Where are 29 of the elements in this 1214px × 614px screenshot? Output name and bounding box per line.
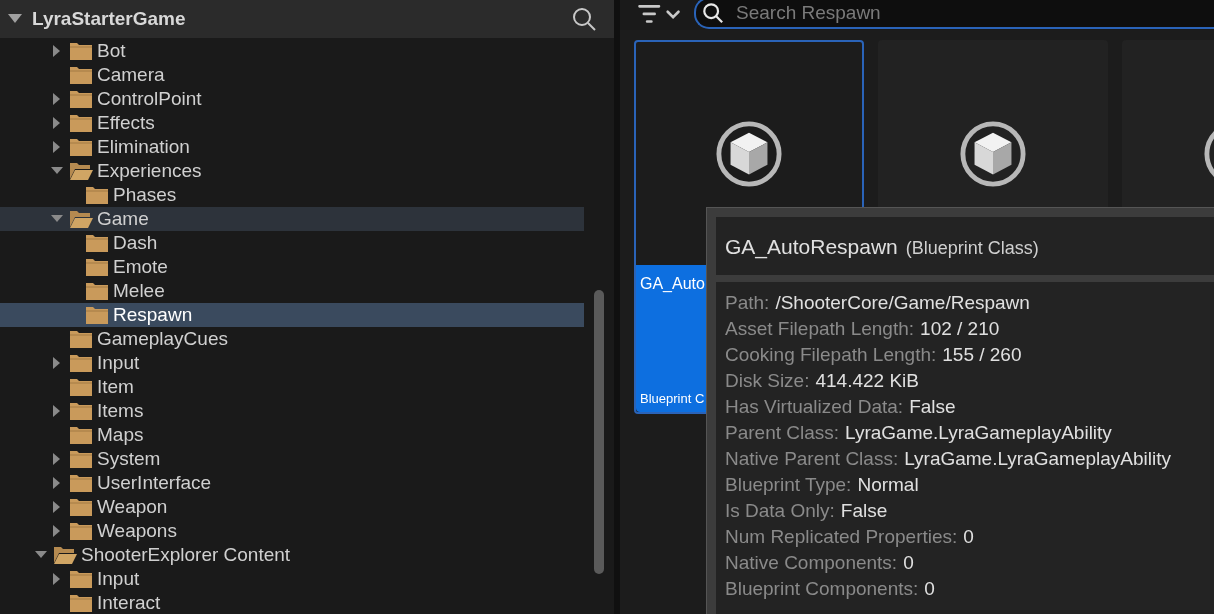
property-value: LyraGame.LyraGameplayAbility bbox=[845, 422, 1112, 444]
property-label: Is Data Only: bbox=[725, 500, 835, 522]
property-value: False bbox=[840, 500, 888, 522]
property-label: Blueprint Components: bbox=[725, 578, 919, 600]
property-value: 0 bbox=[924, 578, 935, 600]
property-value: Normal bbox=[857, 474, 919, 496]
property-label: Disk Size: bbox=[725, 370, 810, 392]
property-label: Native Components: bbox=[725, 552, 898, 574]
property-label: Cooking Filepath Length: bbox=[725, 344, 937, 366]
property-label: Path: bbox=[725, 292, 770, 314]
property-label: Asset Filepath Length: bbox=[725, 318, 915, 340]
property-value: False bbox=[909, 396, 956, 418]
property-label: Has Virtualized Data: bbox=[725, 396, 904, 418]
tooltip-subtitle: (Blueprint Class) bbox=[905, 238, 1039, 259]
property-value: 155 / 260 bbox=[942, 344, 1022, 366]
property-value: LyraGame.LyraGameplayAbility bbox=[904, 448, 1171, 470]
property-value: 0 bbox=[963, 526, 974, 548]
property-label: Blueprint Type: bbox=[725, 474, 852, 496]
property-label: Num Replicated Properties: bbox=[725, 526, 958, 548]
panel-title: LyraStarterGame bbox=[32, 8, 187, 30]
tooltip-title: GA_AutoRespawn bbox=[725, 235, 898, 259]
property-label: Parent Class: bbox=[725, 422, 840, 444]
asset-name: GA_Auto bbox=[640, 275, 706, 293]
property-value: 414.422 KiB bbox=[815, 370, 919, 392]
property-value: 102 / 210 bbox=[920, 318, 1000, 340]
property-label: Native Parent Class: bbox=[725, 448, 899, 470]
asset-type: Blueprint C bbox=[640, 391, 706, 406]
property-value: 0 bbox=[903, 552, 914, 574]
property-value: /ShooterCore/Game/Respawn bbox=[775, 292, 1030, 314]
